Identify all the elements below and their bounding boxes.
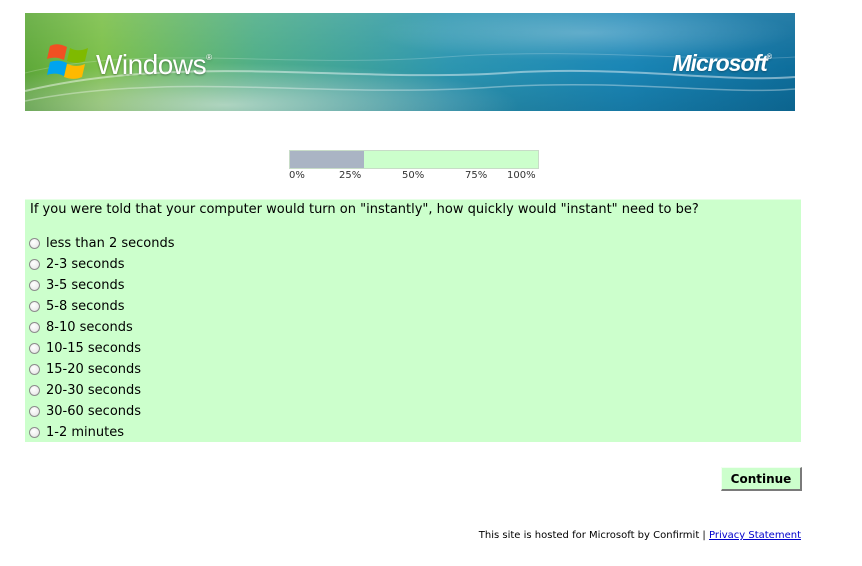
option-label: 5-8 seconds [46,298,125,314]
windows-flag-icon [47,44,88,79]
progress-label-100: 100% [507,170,536,181]
option-label: 2-3 seconds [46,256,125,272]
radio-button[interactable] [29,384,40,396]
question-box: If you were told that your computer woul… [25,199,801,442]
progress-bar [289,150,539,169]
option-20-30-seconds[interactable]: 20-30 seconds [29,381,141,399]
option-label: 1-2 minutes [46,424,124,440]
radio-button[interactable] [29,258,40,270]
question-text: If you were told that your computer woul… [30,202,699,217]
header-banner: Windows® Microsoft® [25,13,795,111]
radio-button[interactable] [29,426,40,438]
radio-button[interactable] [29,237,40,249]
option-3-5-seconds[interactable]: 3-5 seconds [29,276,125,294]
privacy-statement-link[interactable]: Privacy Statement [709,530,801,541]
progress-label-50: 50% [402,170,425,181]
footer: This site is hosted for Microsoft by Con… [479,530,801,541]
option-label: less than 2 seconds [46,235,175,251]
option-2-3-seconds[interactable]: 2-3 seconds [29,255,125,273]
progress-scale: 0% 25% 50% 75% 100% [289,170,541,182]
radio-button[interactable] [29,300,40,312]
option-1-2-minutes[interactable]: 1-2 minutes [29,423,124,441]
option-label: 8-10 seconds [46,319,133,335]
progress-label-0: 0% [289,170,305,181]
option-15-20-seconds[interactable]: 15-20 seconds [29,360,141,378]
radio-button[interactable] [29,342,40,354]
microsoft-logo-text: Microsoft® [672,50,772,76]
hosted-by-text: This site is hosted for Microsoft by Con… [478,530,706,541]
radio-button[interactable] [29,363,40,375]
option-label: 10-15 seconds [46,340,142,356]
option-label: 15-20 seconds [46,361,142,377]
windows-logo-text: Windows® [96,49,212,80]
progress-label-25: 25% [339,170,362,181]
radio-button[interactable] [29,279,40,291]
option-30-60-seconds[interactable]: 30-60 seconds [29,402,141,420]
option-5-8-seconds[interactable]: 5-8 seconds [29,297,125,315]
progress-fill [290,151,365,168]
option-label: 20-30 seconds [46,382,142,398]
option-10-15-seconds[interactable]: 10-15 seconds [29,339,141,357]
option-label: 30-60 seconds [46,403,142,419]
option-less-than-2-seconds[interactable]: less than 2 seconds [29,234,175,252]
continue-button[interactable]: Continue [721,467,802,491]
radio-button[interactable] [29,405,40,417]
radio-button[interactable] [29,321,40,333]
progress-label-75: 75% [465,170,488,181]
option-label: 3-5 seconds [46,277,125,293]
option-8-10-seconds[interactable]: 8-10 seconds [29,318,133,336]
